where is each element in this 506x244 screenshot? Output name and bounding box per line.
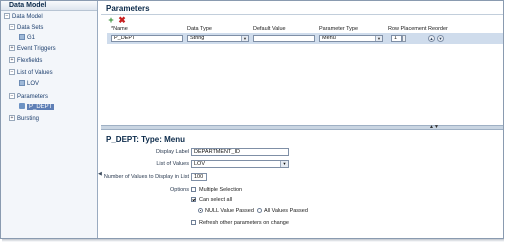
dropdown-arrow-icon[interactable]: ▼ [241, 36, 248, 41]
tree-node-label: Flexfields [17, 58, 43, 64]
multiple-selection-option[interactable]: Multiple Selection [191, 186, 242, 194]
tree-node-p-dept[interactable]: P_DEPT [19, 103, 55, 112]
tree-node-label: Bursting [17, 116, 40, 122]
tree-node-label: G1 [27, 35, 36, 41]
table-row[interactable]: P_DEPT String ▼ Menu ▼ 1 ▲ ▼ [107, 33, 503, 44]
tree-node-bursting[interactable]: + Bursting [9, 115, 39, 124]
parameter-detail-panel: P_DEPT: Type: Menu Display Label DEPARTM… [101, 130, 503, 238]
tree-node-data-model[interactable]: − Data Model [4, 13, 43, 22]
expand-toggle-icon[interactable]: + [9, 57, 15, 64]
dropdown-arrow-icon[interactable]: ▼ [375, 36, 382, 41]
column-header-row-placement: Row Placement [388, 26, 427, 32]
can-select-all-checkbox[interactable] [191, 197, 196, 203]
list-of-values-select[interactable]: LOV ▼ [191, 160, 289, 168]
lov-icon [19, 80, 25, 87]
can-select-all-label: Can select all [199, 197, 233, 203]
tree-node-data-sets[interactable]: − Data Sets [9, 24, 43, 33]
move-up-icon[interactable]: ▲ [428, 35, 435, 42]
parameter-name-input[interactable]: P_DEPT [111, 35, 183, 42]
column-header-data-type: Data Type [187, 26, 212, 32]
tree-title: Data Model [9, 2, 47, 9]
tree-node-parameters[interactable]: − Parameters [9, 93, 48, 102]
num-values-input[interactable]: 100 [191, 173, 207, 181]
refresh-other-label: Refresh other parameters on change [199, 220, 289, 226]
delete-parameter-icon[interactable]: ✖ [118, 16, 126, 25]
parameter-icon [19, 103, 25, 110]
collapse-toggle-icon[interactable]: − [9, 24, 15, 31]
column-header-reorder: Reorder [428, 26, 448, 32]
row-placement-input[interactable]: 1 [391, 35, 402, 42]
tree-node-label: Data Sets [17, 25, 44, 31]
list-of-values-label: List of Values [156, 161, 189, 167]
tree-node-g1[interactable]: G1 [19, 34, 35, 43]
default-value-input[interactable] [253, 35, 315, 42]
tree-node-label: Data Model [12, 14, 43, 20]
column-header-name: *Name [111, 26, 128, 32]
collapse-toggle-icon[interactable]: − [9, 93, 15, 100]
tree-node-flexfields[interactable]: + Flexfields [9, 57, 42, 66]
tree-node-label: Parameters [17, 94, 49, 100]
collapse-toggle-icon[interactable]: − [9, 69, 15, 76]
tree-node-label: LOV [27, 81, 40, 87]
parameters-title: Parameters [106, 4, 150, 13]
column-header-parameter-type: Parameter Type [319, 26, 359, 32]
refresh-other-checkbox[interactable] [191, 220, 196, 226]
data-set-icon [19, 34, 25, 41]
refresh-other-option[interactable]: Refresh other parameters on change [191, 219, 289, 227]
all-values-passed-label: All Values Passed [264, 208, 308, 214]
dropdown-arrow-icon[interactable]: ▼ [280, 161, 288, 167]
parameters-panel: Parameters + ✖ *Name Data Type Default V… [101, 1, 503, 125]
tree-node-event-triggers[interactable]: + Event Triggers [9, 45, 56, 54]
parameter-type-select[interactable]: Menu ▼ [319, 35, 383, 42]
tree-node-lov[interactable]: LOV [19, 80, 39, 89]
move-down-icon[interactable]: ▼ [437, 35, 444, 42]
collapse-toggle-icon[interactable]: − [4, 13, 10, 20]
tree-node-label: Event Triggers [17, 46, 56, 52]
expand-toggle-icon[interactable]: + [9, 115, 15, 122]
all-values-passed-option[interactable]: All Values Passed [257, 207, 308, 215]
null-value-passed-option[interactable]: NULL Value Passed [198, 207, 254, 215]
options-label: Options [170, 187, 189, 193]
detail-title: P_DEPT: Type: Menu [106, 135, 185, 144]
list-of-values-value: LOV [194, 161, 206, 167]
null-value-passed-label: NULL Value Passed [205, 208, 254, 214]
tree-node-list-of-values[interactable]: − List of Values [9, 69, 53, 78]
tree-header: Data Model [1, 1, 97, 11]
tree-node-label: P_DEPT [27, 104, 55, 110]
expand-toggle-icon[interactable]: + [9, 45, 15, 52]
row-placement-spinner-icon[interactable] [402, 35, 406, 42]
parameter-type-value: Menu [322, 35, 336, 41]
data-model-tree: Data Model − Data Model − Data Sets G1 + Ev… [1, 1, 98, 238]
display-label-label: Display Label [155, 149, 189, 155]
column-header-default-value: Default Value [253, 26, 286, 32]
multiple-selection-checkbox[interactable] [191, 187, 196, 193]
window-shadow [2, 239, 504, 242]
can-select-all-option[interactable]: Can select all [191, 196, 232, 204]
tree-node-label: List of Values [17, 70, 53, 76]
parameters-grid-header: *Name Data Type Default Value Parameter … [101, 25, 503, 33]
multiple-selection-label: Multiple Selection [199, 187, 243, 193]
display-label-input[interactable]: DEPARTMENT_ID [191, 148, 289, 156]
num-values-label: Number of Values to Display in List [103, 174, 189, 180]
data-type-value: String [190, 35, 205, 41]
app-frame: Data Model − Data Model − Data Sets G1 + Ev… [0, 0, 504, 239]
divider [101, 14, 503, 15]
data-type-select[interactable]: String ▼ [187, 35, 249, 42]
null-value-passed-radio[interactable] [198, 208, 203, 214]
add-parameter-icon[interactable]: + [107, 16, 115, 25]
all-values-passed-radio[interactable] [257, 208, 262, 214]
